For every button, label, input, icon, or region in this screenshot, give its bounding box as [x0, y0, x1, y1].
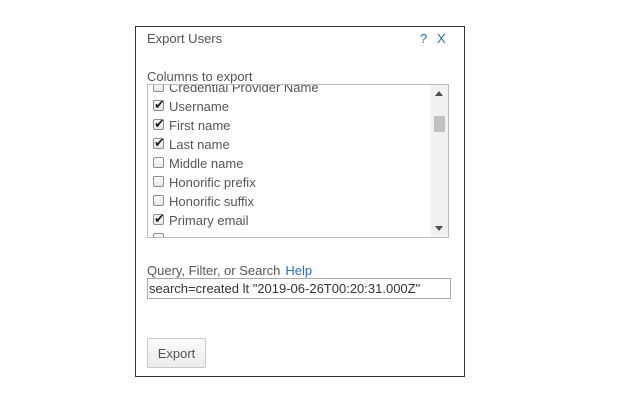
column-option[interactable]: ✔ Honorific prefix	[148, 173, 431, 192]
column-option-label: Middle name	[169, 156, 244, 171]
columns-label: Columns to export	[147, 69, 253, 84]
export-users-dialog: Export Users ? X Columns to export ✔ Cred…	[135, 26, 465, 377]
column-option-label: Credential Provider Name	[169, 84, 319, 95]
column-option-label: Primary email	[169, 213, 249, 228]
column-option-label: Last name	[169, 137, 230, 152]
columns-list: ✔ Credential Provider Name ✔ Username ✔ First…	[148, 84, 431, 237]
scroll-up-arrow-icon[interactable]	[435, 91, 443, 96]
checkmark-icon: ✔	[154, 136, 165, 151]
checkmark-icon: ✔	[154, 98, 165, 113]
column-checkbox[interactable]: ✔	[153, 98, 165, 113]
checkmark-icon: ✔	[154, 117, 165, 132]
column-option[interactable]: ✔ Credential Provider Name	[148, 84, 431, 97]
column-checkbox[interactable]: ✔	[153, 157, 164, 168]
column-checkbox[interactable]: ✔	[153, 195, 164, 206]
column-option[interactable]: ✔ Username	[148, 97, 431, 116]
query-input[interactable]	[147, 278, 451, 299]
columns-listbox[interactable]: ✔ Credential Provider Name ✔ Username ✔ First…	[147, 84, 449, 238]
close-icon[interactable]: X	[437, 31, 446, 46]
column-option-label: Honorific suffix	[169, 194, 255, 209]
listbox-scrollbar[interactable]	[431, 85, 448, 237]
query-label-row: Query, Filter, or Search Help	[147, 263, 312, 278]
column-option-label: Honorific prefix	[169, 175, 256, 190]
dialog-title: Export Users	[147, 31, 223, 46]
export-button[interactable]: Export	[147, 338, 206, 368]
column-option-label: Username	[169, 99, 229, 114]
column-checkbox[interactable]: ✔	[153, 233, 164, 237]
column-option[interactable]: ✔ Last name	[148, 135, 431, 154]
column-option[interactable]: ✔ Honorific suffix	[148, 192, 431, 211]
help-link[interactable]: Help	[285, 263, 312, 278]
column-checkbox[interactable]: ✔	[153, 85, 164, 92]
column-option[interactable]: ✔ Primary email	[148, 211, 431, 230]
help-icon[interactable]: ?	[420, 31, 427, 46]
column-checkbox[interactable]: ✔	[153, 136, 165, 151]
column-checkbox[interactable]: ✔	[153, 117, 165, 132]
column-checkbox[interactable]: ✔	[153, 176, 164, 187]
column-option[interactable]: ✔ Middle name	[148, 154, 431, 173]
scroll-down-arrow-icon[interactable]	[435, 226, 443, 231]
column-checkbox[interactable]: ✔	[153, 212, 165, 227]
scrollbar-thumb[interactable]	[434, 116, 445, 132]
query-label: Query, Filter, or Search	[147, 263, 281, 278]
column-option[interactable]: ✔	[148, 230, 431, 237]
checkmark-icon: ✔	[154, 212, 165, 227]
column-option[interactable]: ✔ First name	[148, 116, 431, 135]
column-option-label: First name	[169, 118, 231, 133]
